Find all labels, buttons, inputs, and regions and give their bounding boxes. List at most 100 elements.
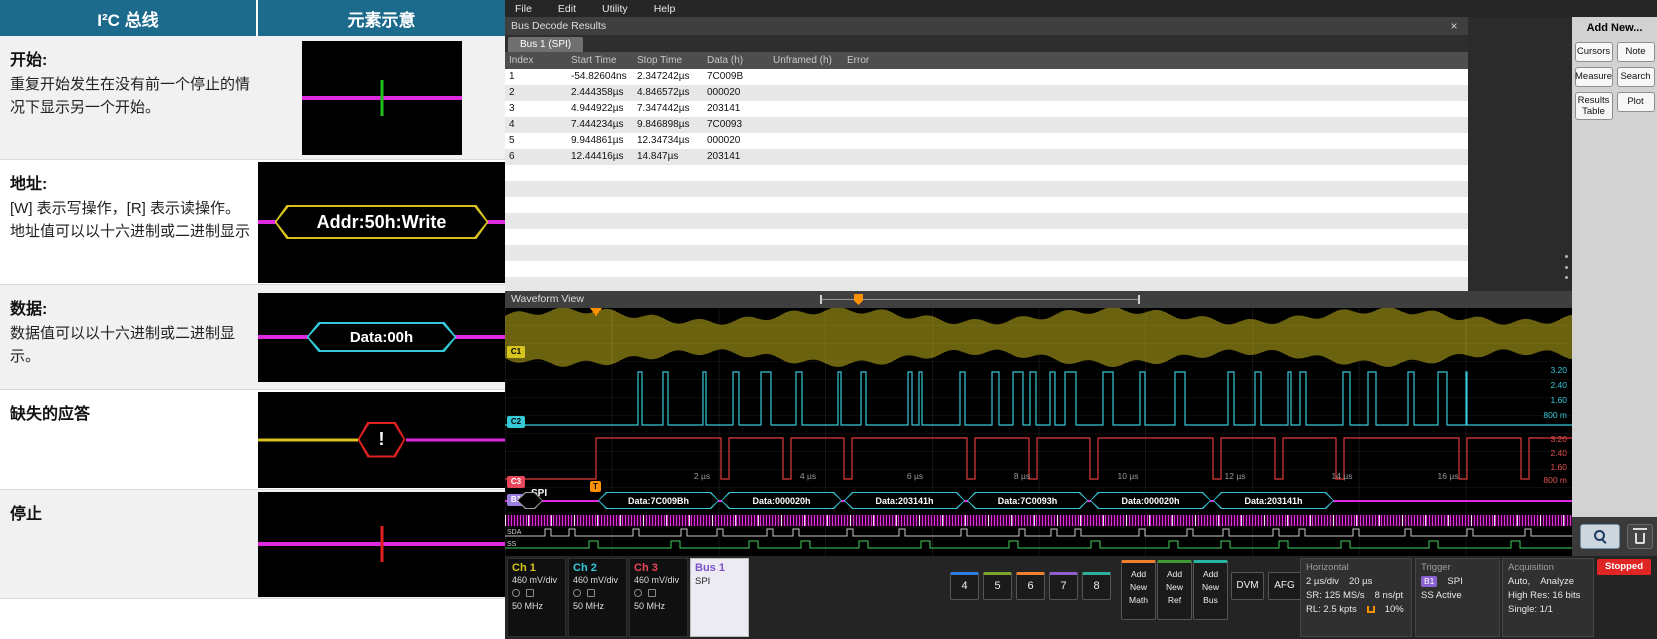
screenshot-root: I²C 总线 元素示意 开始: 重复开始发生在没有前一个停止的情况下显示另一个开… <box>0 0 1657 639</box>
channel2-settings-badge[interactable]: Ch 2 460 mV/div 50 MHz <box>568 558 627 637</box>
address-badge-label: Addr:50h:Write <box>277 207 487 237</box>
time-axis-label: 6 µs <box>907 471 923 481</box>
menu-edit[interactable]: Edit <box>558 3 576 15</box>
panel-resize-handle[interactable] <box>1564 255 1569 279</box>
bus-data-segment[interactable]: Data:000020h <box>721 492 842 509</box>
add-new-bus-button[interactable]: AddNewBus <box>1193 560 1228 620</box>
empty-row <box>505 197 1468 213</box>
time-axis-label: 4 µs <box>800 471 816 481</box>
address-symbol: Addr:50h:Write <box>258 162 505 283</box>
bottom-control-bar: Ch 1 460 mV/div 50 MHz Ch 2 460 mV/div 5… <box>505 556 1657 639</box>
missing-ack-label: ! <box>360 424 404 456</box>
search-button[interactable]: Search <box>1617 67 1655 87</box>
decode-tab-strip: Bus 1 (SPI) <box>505 35 1468 52</box>
doc-body-data: 数据值可以以十六进制或二进制显示。 <box>10 323 250 368</box>
bus-data-segment[interactable]: Data:7C009Bh <box>598 492 719 509</box>
doc-row-start: 开始: 重复开始发生在没有前一个停止的情况下显示另一个开始。 <box>0 36 505 160</box>
stopped-status-badge[interactable]: Stopped <box>1597 559 1651 575</box>
bus-data-segment[interactable]: Data:7C0093h <box>967 492 1088 509</box>
col-error: Error <box>843 52 1468 69</box>
start-symbol <box>302 41 462 155</box>
horizontal-position-icon <box>1367 606 1375 613</box>
channel1-settings-badge[interactable]: Ch 1 460 mV/div 50 MHz <box>507 558 566 637</box>
channel2-badge[interactable]: C2 <box>507 416 525 428</box>
note-button[interactable]: Note <box>1617 42 1655 62</box>
acquisition-mode: Auto, <box>1508 576 1530 587</box>
channel4-button[interactable]: 4 <box>950 572 979 600</box>
decode-table-header: Index Start Time Stop Time Data (h) Unfr… <box>505 52 1468 69</box>
trigger-position-marker[interactable] <box>854 294 863 305</box>
close-icon[interactable]: × <box>1446 17 1462 35</box>
delete-button[interactable] <box>1627 524 1653 549</box>
table-row[interactable]: 59.944861µs12.34734µs000020 <box>505 133 1468 149</box>
time-axis-label: 2 µs <box>694 471 710 481</box>
ch3-scale-label: 1.60 <box>1550 462 1567 472</box>
zoom-button[interactable] <box>1580 524 1620 549</box>
bus-data-segment[interactable]: Data:000020h <box>1090 492 1211 509</box>
empty-row <box>505 165 1468 181</box>
dvm-button[interactable]: DVM <box>1231 572 1264 600</box>
ch2-scale-label: 1.60 <box>1550 395 1567 405</box>
tab-bus1-spi[interactable]: Bus 1 (SPI) <box>508 37 583 52</box>
bus1-settings-badge[interactable]: Bus 1 SPI <box>690 558 749 637</box>
doc-row-missing-ack: 缺失的应答 ! <box>0 390 505 490</box>
pan-zoom-slider[interactable] <box>820 299 1140 300</box>
ch2-scale-label: 2.40 <box>1550 380 1567 390</box>
doc-header-element: 元素示意 <box>258 0 505 36</box>
trigger-source-badge: B1 <box>1421 576 1437 587</box>
results-table-button[interactable]: Results Table <box>1575 92 1613 120</box>
add-new-sidebar: Add New... Cursors Note Measure Search R… <box>1572 17 1657 517</box>
afg-button[interactable]: AFG <box>1268 572 1301 600</box>
table-row[interactable]: 1-54.82604ns2.347242µs7C009B <box>505 69 1468 85</box>
add-new-math-button[interactable]: AddNewMath <box>1121 560 1156 620</box>
coupling-icon <box>634 589 642 597</box>
horizontal-panel[interactable]: Horizontal 2 µs/div20 µs SR: 125 MS/s8 n… <box>1300 558 1412 637</box>
slider-left-cap <box>820 295 822 304</box>
menu-utility[interactable]: Utility <box>602 3 628 15</box>
acquisition-resolution: High Res: 16 bits <box>1508 590 1580 601</box>
bus-data-segment[interactable]: Data:203141h <box>844 492 965 509</box>
trash-icon <box>1635 533 1645 544</box>
acquisition-analyze: Analyze <box>1540 576 1574 587</box>
trigger-t-badge[interactable]: T <box>590 481 601 492</box>
ch3-scale-label: 3.20 <box>1550 434 1567 444</box>
time-axis-label: 8 µs <box>1014 471 1030 481</box>
trigger-mode: SS Active <box>1421 590 1462 601</box>
waveform-plot[interactable]: 3.20 2.40 1.60 800 m 3.20 2.40 1.60 800 … <box>505 308 1572 556</box>
channel5-button[interactable]: 5 <box>983 572 1012 600</box>
waveform-view-title: Waveform View <box>511 293 584 305</box>
trigger-marker-icon[interactable] <box>590 308 602 316</box>
table-row[interactable]: 47.444234µs9.846898µs7C0093 <box>505 117 1468 133</box>
time-axis-label: 14 µs <box>1332 471 1353 481</box>
termination-icon <box>648 589 656 597</box>
acquisition-panel[interactable]: Acquisition Auto,Analyze High Res: 16 bi… <box>1502 558 1594 637</box>
channel6-button[interactable]: 6 <box>1016 572 1045 600</box>
table-row[interactable]: 34.944922µs7.347442µs203141 <box>505 101 1468 117</box>
add-new-ref-button[interactable]: AddNewRef <box>1157 560 1192 620</box>
table-row[interactable]: 612.44416µs14.847µs203141 <box>505 149 1468 165</box>
measure-button[interactable]: Measure <box>1575 67 1613 87</box>
bus-decode-results-panel: Bus Decode Results × Bus 1 (SPI) Index S… <box>505 17 1468 291</box>
menu-help[interactable]: Help <box>654 3 676 15</box>
decode-table-body: 1-54.82604ns2.347242µs7C009B 22.444358µs… <box>505 69 1468 291</box>
data-badge-label: Data:00h <box>309 324 455 350</box>
cursors-button[interactable]: Cursors <box>1575 42 1613 62</box>
bus-activity-strip <box>505 515 1572 526</box>
table-row[interactable]: 22.444358µs4.846572µs000020 <box>505 85 1468 101</box>
doc-header-i2c-bus: I²C 总线 <box>0 0 258 36</box>
channel8-button[interactable]: 8 <box>1082 572 1111 600</box>
channel1-badge[interactable]: C1 <box>507 346 525 358</box>
waveform-view: Waveform View 3.20 2.40 1.60 800 <box>505 291 1572 556</box>
trigger-panel[interactable]: Trigger B1SPI SS Active <box>1415 558 1500 637</box>
channel3-badge[interactable]: C3 <box>507 476 525 488</box>
channel3-settings-badge[interactable]: Ch 3 460 mV/div 50 MHz <box>629 558 688 637</box>
decode-panel-title: Bus Decode Results <box>511 20 606 32</box>
i2c-doc-panel: I²C 总线 元素示意 开始: 重复开始发生在没有前一个停止的情况下显示另一个开… <box>0 0 505 639</box>
menu-file[interactable]: File <box>515 3 532 15</box>
plot-button[interactable]: Plot <box>1617 92 1655 112</box>
doc-row-data: 数据: 数据值可以以十六进制或二进制显示。 Data:00h <box>0 285 505 390</box>
stop-marker <box>380 526 383 562</box>
channel7-button[interactable]: 7 <box>1049 572 1078 600</box>
address-hexagon: Addr:50h:Write <box>275 205 489 239</box>
bus-data-segment[interactable]: Data:203141h <box>1213 492 1334 509</box>
